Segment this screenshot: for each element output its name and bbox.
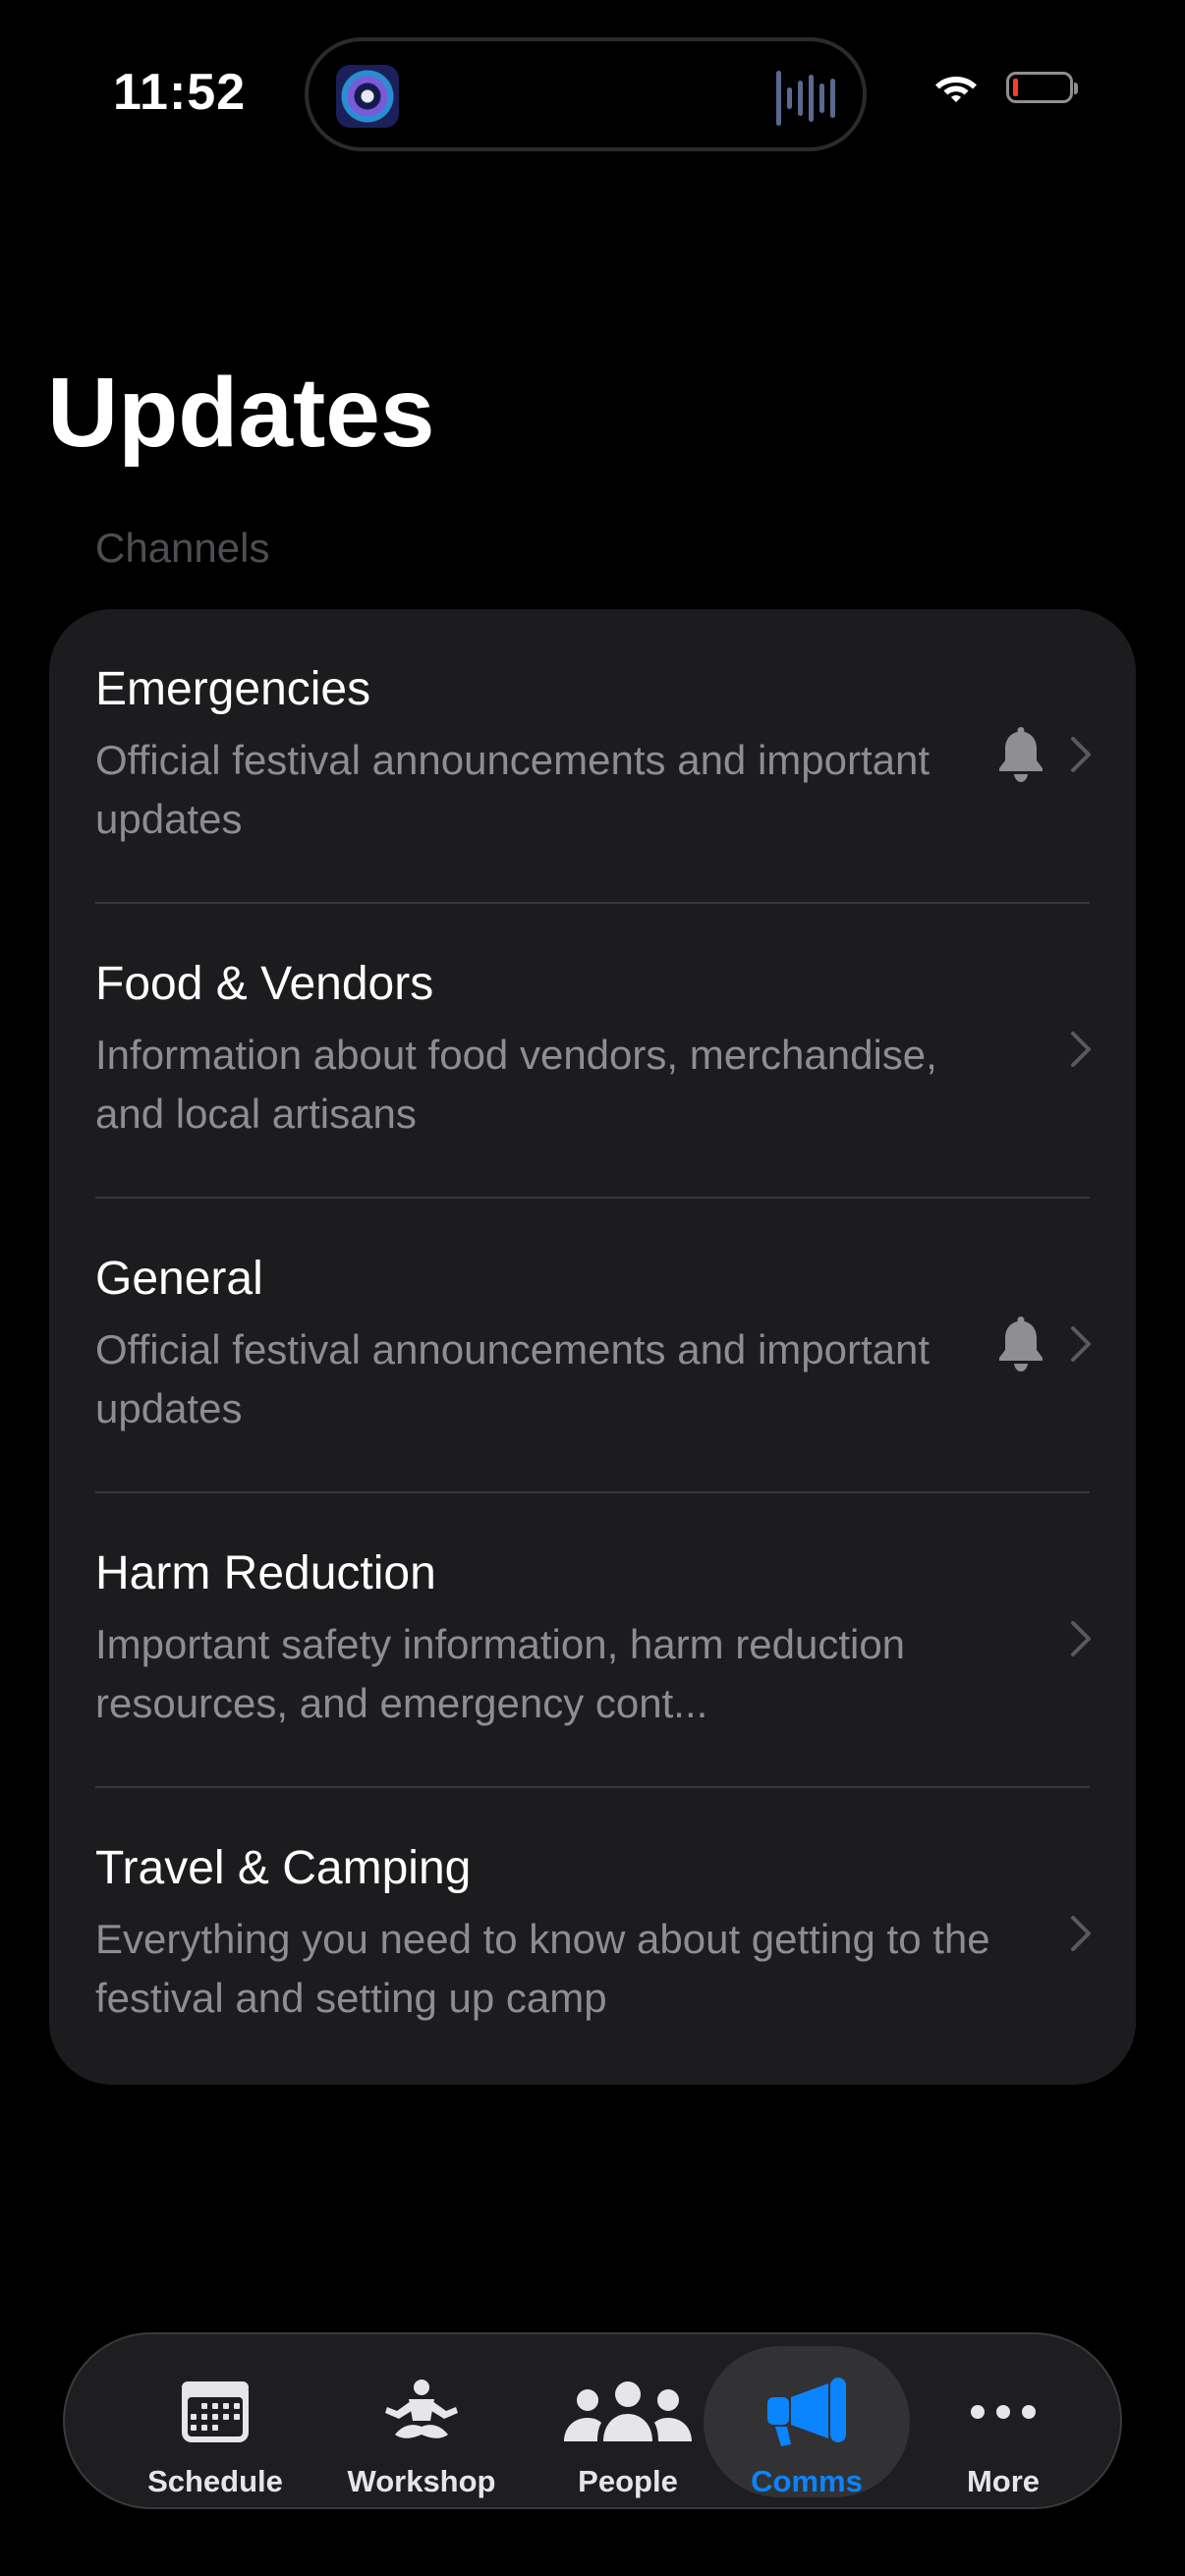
bell-icon — [999, 727, 1043, 782]
channel-title: Emergencies — [95, 663, 371, 715]
meditation-icon — [385, 2380, 458, 2438]
chevron-right-icon — [1071, 1032, 1091, 1067]
tab-comms[interactable]: Comms — [704, 2346, 910, 2498]
channel-row-general[interactable]: General Official festival announcements … — [49, 1199, 1136, 1493]
tab-workshop[interactable]: Workshop — [318, 2346, 525, 2498]
ellipsis-icon — [971, 2405, 1036, 2419]
channel-title: Food & Vendors — [95, 958, 434, 1010]
tab-more[interactable]: More — [900, 2346, 1106, 2498]
chevron-right-icon — [1071, 737, 1091, 772]
channel-description: Information about food vendors, merchand… — [95, 1032, 937, 1137]
audio-waveform-icon — [776, 71, 835, 126]
channel-row-food-vendors[interactable]: Food & Vendors Information about food ve… — [49, 904, 1136, 1199]
channel-row-harm-reduction[interactable]: Harm Reduction Important safety informat… — [49, 1493, 1136, 1788]
tab-label: More — [966, 2464, 1041, 2498]
people-icon — [564, 2381, 692, 2441]
page-title: Updates — [47, 358, 435, 468]
channel-row-travel-camping[interactable]: Travel & Camping Everything you need to … — [49, 1788, 1136, 2083]
calendar-icon — [182, 2381, 249, 2442]
channel-description: Official festival announcements and impo… — [95, 737, 931, 842]
battery-level — [1013, 79, 1018, 96]
channel-description: Important safety information, harm reduc… — [95, 1621, 906, 1726]
chevron-right-icon — [1071, 1326, 1091, 1362]
section-header-channels: Channels — [95, 525, 270, 571]
channel-title: General — [95, 1253, 263, 1305]
wifi-icon — [935, 77, 977, 102]
dynamic-island[interactable] — [305, 37, 867, 151]
channel-list: Emergencies Official festival announceme… — [49, 609, 1136, 2085]
channel-row-emergencies[interactable]: Emergencies Official festival announceme… — [49, 609, 1136, 904]
battery-icon — [1006, 72, 1078, 103]
channel-description: Everything you need to know about gettin… — [95, 1916, 990, 2021]
status-time: 11:52 — [113, 64, 247, 121]
chevron-right-icon — [1071, 1916, 1091, 1951]
megaphone-icon — [767, 2378, 846, 2446]
tab-bar: Schedule Workshop People Comms More — [63, 2332, 1122, 2509]
bell-icon — [999, 1316, 1043, 1372]
channel-title: Travel & Camping — [95, 1842, 472, 1894]
tab-schedule[interactable]: Schedule — [112, 2346, 318, 2498]
channel-description: Official festival announcements and impo… — [95, 1326, 931, 1431]
now-playing-artwork-icon — [336, 65, 399, 128]
channel-title: Harm Reduction — [95, 1547, 436, 1599]
chevron-right-icon — [1071, 1621, 1091, 1656]
